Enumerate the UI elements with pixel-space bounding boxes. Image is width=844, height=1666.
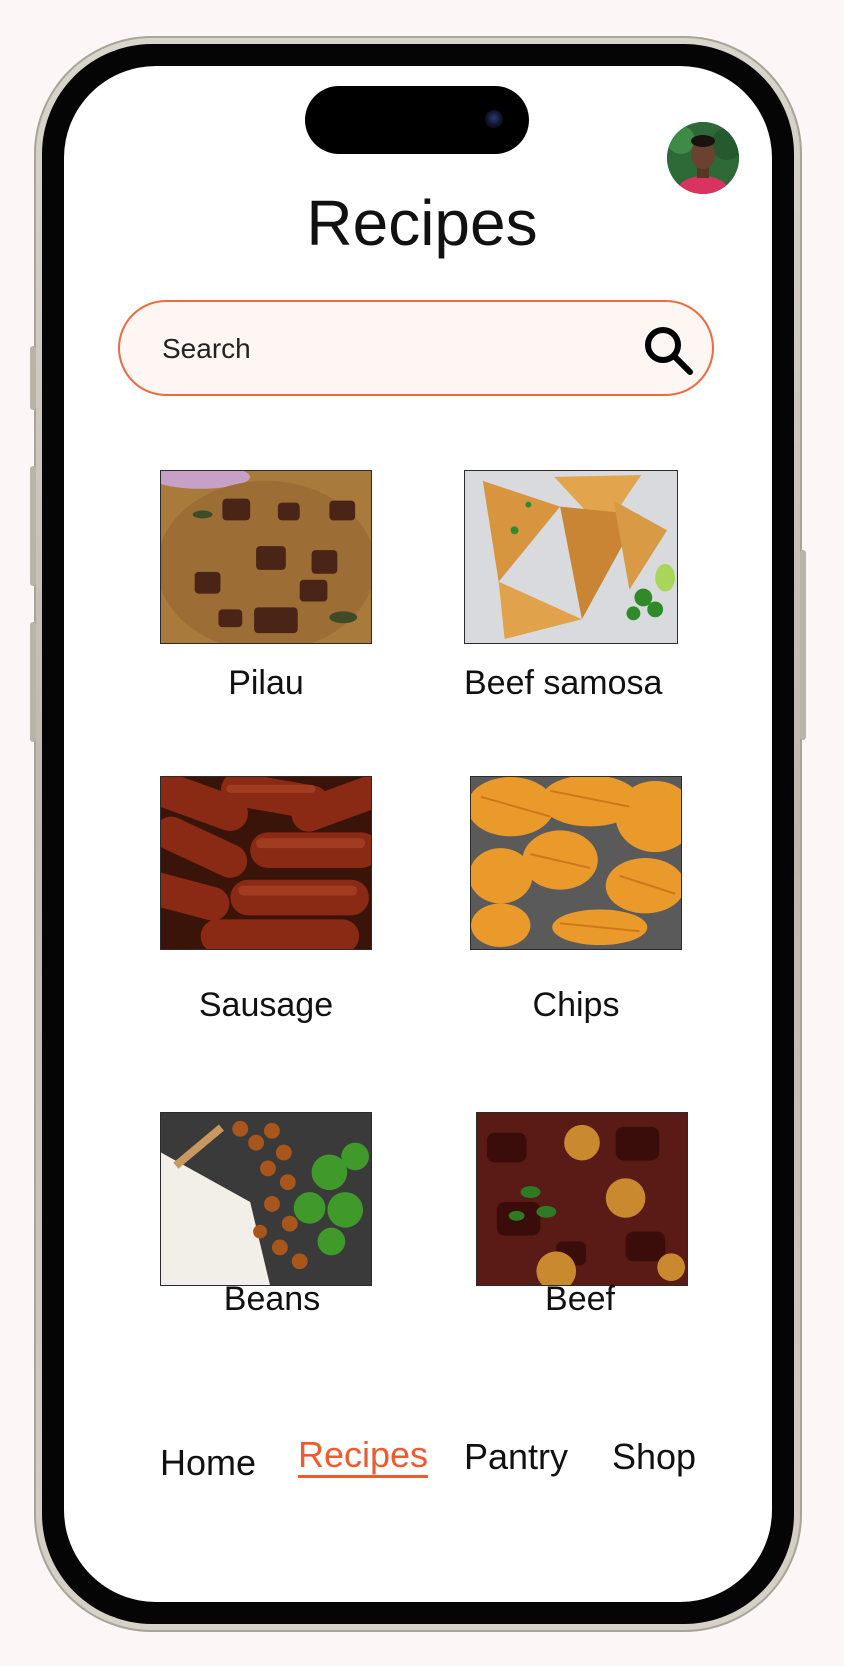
nav-item-pantry[interactable]: Pantry <box>464 1436 568 1478</box>
page-title: Recipes <box>306 187 538 259</box>
recipe-label-beef[interactable]: Beef <box>474 1280 686 1319</box>
sausage-image[interactable] <box>160 776 372 950</box>
front-camera <box>485 110 503 128</box>
search-input[interactable] <box>162 332 602 366</box>
dynamic-island <box>305 86 529 154</box>
recipe-label-sausage[interactable]: Sausage <box>160 986 372 1025</box>
action-button <box>30 346 36 410</box>
recipe-label-beef-samosa[interactable]: Beef samosa <box>464 664 704 703</box>
power-button <box>800 550 806 740</box>
search-icon[interactable] <box>640 322 698 380</box>
nav-item-home[interactable]: Home <box>160 1442 256 1484</box>
nav-item-shop[interactable]: Shop <box>612 1436 696 1478</box>
recipe-label-pilau[interactable]: Pilau <box>160 664 372 703</box>
beef-image[interactable] <box>476 1112 688 1286</box>
chips-image[interactable] <box>470 776 682 950</box>
nav-item-recipes[interactable]: Recipes <box>298 1436 429 1478</box>
beans-image[interactable] <box>160 1112 372 1286</box>
avatar[interactable] <box>667 122 739 194</box>
beef-samosa-image[interactable] <box>464 470 678 644</box>
recipe-label-beans[interactable]: Beans <box>166 1280 378 1319</box>
pilau-image[interactable] <box>160 470 372 644</box>
search-bar[interactable] <box>118 300 714 396</box>
volume-up-button <box>30 466 36 586</box>
recipe-label-chips[interactable]: Chips <box>470 986 682 1025</box>
volume-down-button <box>30 622 36 742</box>
